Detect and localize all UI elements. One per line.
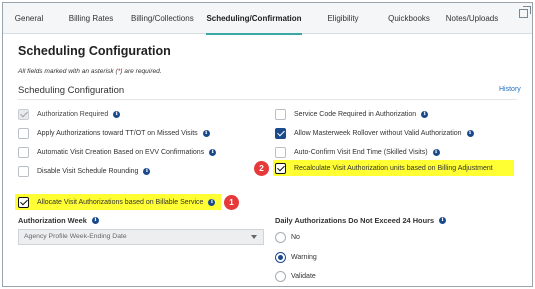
radio-validate[interactable]	[275, 271, 286, 282]
option-disable-rounding[interactable]: Disable Visit Schedule Rounding i	[18, 164, 151, 178]
option-automatic-visit-creation[interactable]: Automatic Visit Creation Based on EVV Co…	[18, 145, 217, 159]
required-fields-note: All fields marked with an asterisk (*) a…	[18, 68, 162, 75]
auto-confirm-visit-end-checkbox[interactable]	[275, 146, 286, 158]
daily-authorizations-label: Daily Authorizations Do Not Exceed 24 Ho…	[275, 216, 447, 225]
daily-authorizations-label-text: Daily Authorizations Do Not Exceed 24 Ho…	[275, 216, 435, 225]
info-icon[interactable]: i	[91, 217, 99, 224]
page-title: Scheduling Configuration	[18, 44, 171, 58]
service-code-required-label: Service Code Required in Authorization	[294, 110, 417, 118]
option-recalculate-visit-authorization[interactable]: Recalculate Visit Authorization units ba…	[275, 161, 493, 175]
info-icon[interactable]: i	[202, 129, 210, 137]
apply-authorizations-checkbox[interactable]	[18, 127, 29, 139]
callout-badge-1: 1	[224, 195, 239, 210]
authorization-week-selected-value: Agency Profile Week-Ending Date	[24, 233, 127, 240]
info-icon[interactable]: i	[421, 110, 429, 118]
allow-masterweek-rollover-checkbox[interactable]	[275, 127, 286, 139]
disable-rounding-label: Disable Visit Schedule Rounding	[37, 167, 139, 175]
disable-rounding-checkbox[interactable]	[18, 165, 29, 177]
tab-billing-collections[interactable]: Billing/Collections	[131, 3, 194, 34]
option-apply-authorizations[interactable]: Apply Authorizations toward TT/OT on Mis…	[18, 126, 210, 140]
authorization-week-label: Authorization Week i	[18, 216, 99, 225]
authorization-week-select[interactable]: Agency Profile Week-Ending Date	[18, 229, 264, 245]
window-restore-icon[interactable]	[519, 6, 531, 18]
radio-option-warning[interactable]: Warning	[275, 252, 317, 263]
tab-billing-rates[interactable]: Billing Rates	[67, 3, 115, 34]
chevron-down-icon	[251, 235, 257, 239]
callout-badge-2: 2	[254, 161, 269, 176]
allocate-visit-authorizations-label: Allocate Visit Authorizations based on B…	[37, 198, 204, 206]
option-auto-confirm-visit-end[interactable]: Auto-Confirm Visit End Time (Skilled Vis…	[275, 145, 440, 159]
automatic-visit-creation-label: Automatic Visit Creation Based on EVV Co…	[37, 148, 205, 156]
auto-confirm-visit-end-label: Auto-Confirm Visit End Time (Skilled Vis…	[294, 148, 428, 156]
tab-scheduling-confirmation[interactable]: Scheduling/Confirmation	[206, 3, 302, 35]
info-icon[interactable]: i	[439, 217, 447, 224]
radio-option-validate[interactable]: Validate	[275, 271, 316, 282]
apply-authorizations-label: Apply Authorizations toward TT/OT on Mis…	[37, 129, 198, 137]
option-authorization-required[interactable]: Authorization Required i	[18, 107, 121, 121]
history-link[interactable]: History	[499, 86, 521, 93]
section-subtitle: Scheduling Configuration	[18, 85, 125, 96]
app-window: General Billing Rates Billing/Collection…	[2, 2, 533, 287]
info-icon[interactable]: i	[466, 129, 474, 137]
info-icon[interactable]: i	[143, 167, 151, 175]
automatic-visit-creation-checkbox[interactable]	[18, 146, 29, 158]
option-allocate-visit-authorizations[interactable]: Allocate Visit Authorizations based on B…	[18, 195, 216, 209]
required-note-suffix: ) are required.	[120, 68, 162, 75]
option-service-code-required[interactable]: Service Code Required in Authorization i	[275, 107, 429, 121]
radio-no-label: No	[291, 234, 300, 241]
tab-quickbooks[interactable]: Quickbooks	[384, 3, 434, 34]
tab-eligibility[interactable]: Eligibility	[315, 3, 371, 34]
radio-validate-label: Validate	[291, 273, 316, 280]
info-icon[interactable]: i	[208, 198, 216, 206]
authorization-week-label-text: Authorization Week	[18, 216, 87, 225]
authorization-required-checkbox[interactable]	[18, 108, 29, 120]
radio-option-no[interactable]: No	[275, 232, 300, 243]
tab-notes-uploads[interactable]: Notes/Uploads	[441, 3, 503, 34]
radio-warning[interactable]	[275, 252, 286, 263]
option-allow-masterweek-rollover[interactable]: Allow Masterweek Rollover without Valid …	[275, 126, 474, 140]
allocate-visit-authorizations-checkbox[interactable]	[18, 196, 29, 208]
radio-warning-label: Warning	[291, 254, 317, 261]
tab-general[interactable]: General	[9, 3, 49, 34]
authorization-required-label: Authorization Required	[37, 110, 109, 118]
info-icon[interactable]: i	[209, 148, 217, 156]
tab-bar: General Billing Rates Billing/Collection…	[3, 3, 532, 35]
section-divider	[18, 99, 517, 100]
info-icon[interactable]: i	[432, 148, 440, 156]
info-icon[interactable]: i	[113, 110, 121, 118]
recalculate-visit-authorization-label: Recalculate Visit Authorization units ba…	[294, 164, 493, 172]
service-code-required-checkbox[interactable]	[275, 108, 286, 120]
recalculate-visit-authorization-checkbox[interactable]	[275, 162, 286, 174]
allow-masterweek-rollover-label: Allow Masterweek Rollover without Valid …	[294, 129, 462, 137]
radio-no[interactable]	[275, 232, 286, 243]
required-note-prefix: All fields marked with an asterisk (	[18, 68, 118, 75]
